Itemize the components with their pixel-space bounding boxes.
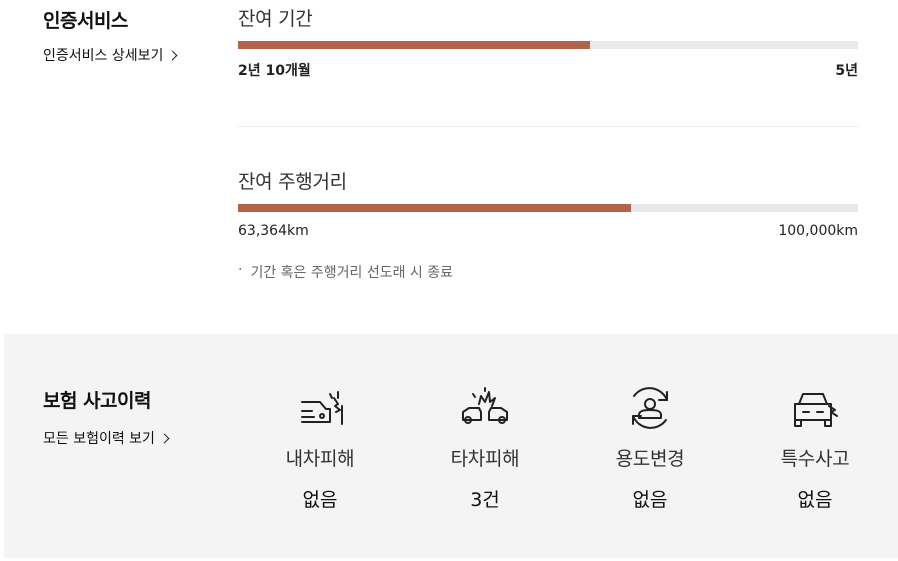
certification-title: 인증서비스	[43, 10, 128, 32]
remaining-period-progress-fill	[238, 41, 590, 49]
remaining-period-progress-bar	[238, 41, 858, 49]
remaining-period-max: 5년	[835, 63, 858, 79]
remaining-mileage-progress-fill	[238, 204, 632, 212]
remaining-mileage-title: 잔여 주행거리	[238, 171, 347, 193]
insurance-item-label: 내차피해	[285, 448, 355, 470]
chevron-right-icon	[167, 50, 178, 61]
termination-note: · 기간 혹은 주행거리 선도래 시 종료	[238, 262, 453, 282]
insurance-item-label: 용도변경	[615, 448, 685, 470]
remaining-mileage: 잔여 주행거리	[238, 167, 858, 194]
insurance-item-label: 특수사고	[780, 448, 850, 470]
remaining-period-values: 2년 10개월 5년	[238, 60, 858, 80]
special-accident-icon	[794, 393, 838, 427]
insurance-history-title: 보험 사고이력	[43, 390, 152, 412]
insurance-item-special-accident: 특수사고 없음	[755, 382, 875, 512]
remaining-mileage-max: 100,000km	[778, 223, 858, 239]
insurance-item-value: 없음	[797, 489, 833, 511]
certification-detail-link[interactable]: 인증서비스 상세보기	[43, 45, 178, 65]
remaining-period: 잔여 기간	[238, 4, 858, 31]
usage-change-icon	[632, 387, 668, 429]
remaining-period-title: 잔여 기간	[238, 8, 313, 30]
certification-detail-link-label: 인증서비스 상세보기	[43, 48, 164, 64]
remaining-period-current: 2년 10개월	[238, 63, 311, 79]
remaining-mileage-values: 63,364km 100,000km	[238, 223, 858, 243]
chevron-right-icon	[159, 433, 170, 444]
insurance-item-value: 없음	[632, 489, 668, 511]
remaining-mileage-progress-bar	[238, 204, 858, 212]
note-bullet: ·	[238, 262, 243, 278]
insurance-history-link-label: 모든 보험이력 보기	[43, 431, 155, 447]
own-car-damage-icon	[301, 391, 343, 425]
remaining-mileage-current: 63,364km	[238, 223, 309, 239]
note-text: 기간 혹은 주행거리 선도래 시 종료	[250, 265, 454, 281]
insurance-item-own-damage: 내차피해 없음	[260, 382, 380, 512]
insurance-history-link[interactable]: 모든 보험이력 보기	[43, 428, 170, 448]
insurance-item-other-damage: 타차피해 3건	[425, 382, 545, 512]
insurance-item-value: 3건	[470, 489, 500, 511]
insurance-item-label: 타차피해	[450, 448, 520, 470]
insurance-item-usage-change: 용도변경 없음	[590, 382, 710, 512]
divider	[238, 126, 858, 127]
insurance-item-value: 없음	[302, 489, 338, 511]
other-car-damage-icon	[462, 387, 508, 424]
